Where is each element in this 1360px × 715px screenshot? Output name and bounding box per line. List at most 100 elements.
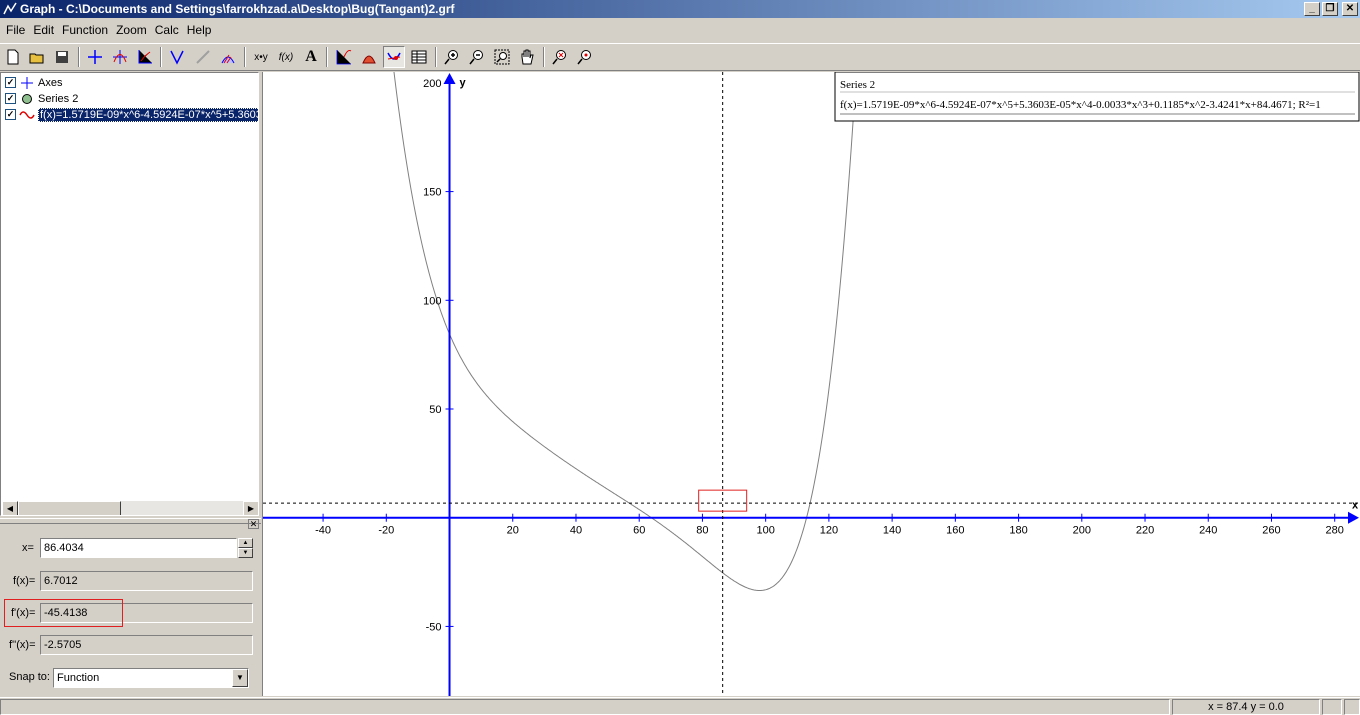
area-button[interactable] [358,46,380,68]
tangent-icon [170,50,184,65]
x-tick-label: 40 [570,525,582,537]
insert-series-button[interactable] [134,46,156,68]
minimize-button[interactable]: _ [1304,2,1320,16]
left-panel: ✓ Axes ✓ Series 2 ✓ f(x)=1.5719E-09*x^6-… [0,72,261,697]
close-button[interactable]: ✕ [1342,2,1358,16]
snap-label: Snap to: [9,671,50,683]
menu-zoom[interactable]: Zoom [112,20,151,40]
x-tick-label: -20 [378,525,394,537]
table-button[interactable] [408,46,430,68]
status-pane-main [0,699,1170,715]
horizontal-scrollbar[interactable]: ◀ ▶ [2,501,258,515]
shading-button[interactable] [217,46,239,68]
legend-title: Series 2 [840,79,875,91]
insert-function-button[interactable] [109,46,131,68]
zoom-standard-button[interactable] [549,46,571,68]
tangent-button[interactable] [166,46,188,68]
x-tick-label: 180 [1009,525,1027,537]
status-coords: x = 87.4 y = 0.0 [1172,699,1320,715]
zoom-out-button[interactable] [466,46,488,68]
zoom-square-button[interactable] [491,46,513,68]
scroll-right-button[interactable]: ▶ [243,501,258,515]
menu-function[interactable]: Function [58,20,112,40]
zoom-standard-icon [552,50,566,65]
restore-button[interactable]: ❐ [1322,2,1338,16]
evaluate-button[interactable] [383,46,405,68]
snap-to-select[interactable]: Function ▼ [53,668,249,688]
save-icon [56,51,68,63]
dfx-highlight-box [4,599,123,627]
x-spin-up[interactable]: ▲ [238,538,253,548]
open-button[interactable] [26,46,48,68]
function-curve-icon [19,110,35,119]
area-icon [362,55,376,64]
axes-icon [88,50,102,64]
panel-splitter[interactable] [0,518,261,524]
menu-edit[interactable]: Edit [29,20,58,40]
x-tick-label: 80 [696,525,708,537]
insert-series-icon [138,50,152,64]
label-icon: A [305,48,317,65]
x-tick-label: 120 [820,525,838,537]
point-series-button[interactable]: x•y [250,46,272,68]
tree-item-series[interactable]: ✓ Series 2 [5,91,78,106]
x-tick-label: 100 [756,525,774,537]
graph-area[interactable]: x y -40 -20 20 40 60 80 100 120 140 160 180 200 220 240… [262,72,1360,696]
trendline-button[interactable] [333,46,355,68]
function-checkbox[interactable]: ✓ [5,109,16,120]
snap-value: Function [57,672,100,684]
axes-icon [21,76,33,89]
menu-help[interactable]: Help [183,20,216,40]
x-tick-label: 200 [1073,525,1091,537]
pan-button[interactable] [516,46,538,68]
tree-item-axes[interactable]: ✓ Axes [5,75,62,90]
scroll-thumb[interactable] [18,501,121,515]
insert-label-button[interactable]: A [300,46,322,68]
scroll-left-button[interactable]: ◀ [2,501,18,515]
chevron-down-icon[interactable]: ▼ [232,669,248,687]
relation-button[interactable] [192,46,214,68]
axes-checkbox[interactable]: ✓ [5,77,16,88]
y-tick-label: 50 [429,404,441,416]
x-input[interactable]: 86.4034 [40,538,237,558]
ddfx-label: f''(x)= [9,639,36,651]
zoom-square-icon [494,49,510,65]
y-tick-label: -50 [426,621,442,633]
x-tick-label: 280 [1326,525,1344,537]
legend-entry: f(x)=1.5719E-09*x^6-4.5924E-07*x^5+5.360… [840,99,1321,111]
x-label: x= [22,542,34,554]
x-spin-down[interactable]: ▼ [238,548,253,558]
status-pane-extra [1322,699,1342,715]
new-button[interactable] [2,46,24,68]
trendline-icon [336,50,352,65]
menu-file[interactable]: File [2,20,29,40]
plot-svg[interactable]: x y -40 -20 20 40 60 80 100 120 140 160 180 200 220 240… [263,72,1360,696]
series-marker-icon [22,93,32,104]
fx-value: 6.7012 [40,571,253,591]
x-tick-label: 160 [946,525,964,537]
x-axis-arrow [1348,511,1359,524]
function-list: ✓ Axes ✓ Series 2 ✓ f(x)=1.5719E-09*x^6-… [0,72,259,516]
resize-grip[interactable] [1344,699,1360,715]
x-tick-label: 220 [1136,525,1154,537]
tree-item-label: Axes [38,76,63,89]
ddfx-value: -2.5705 [40,635,253,655]
table-icon [411,50,427,64]
x-tick-label: 60 [633,525,645,537]
close-eval-panel-icon[interactable]: ✕ [248,519,259,529]
title-bar: Graph - C:\Documents and Settings\farrok… [0,0,1360,18]
series-checkbox[interactable]: ✓ [5,93,16,104]
y-axis-arrow [443,73,456,84]
zoom-in-button[interactable] [441,46,463,68]
save-button[interactable] [51,46,73,68]
axes-button[interactable] [84,46,106,68]
fx-label: f(x)= [13,575,36,587]
menu-calc[interactable]: Calc [151,20,183,40]
f-of-x-button[interactable]: f(x) [275,46,297,68]
tree-item-function[interactable]: ✓ f(x)=1.5719E-09*x^6-4.5924E-07*x^5+5.3… [5,107,258,122]
tree-item-label: f(x)=1.5719E-09*x^6-4.5924E-07*x^5+5.360… [38,107,258,122]
zoom-fit-button[interactable] [574,46,596,68]
series-2-curve[interactable] [263,72,1360,591]
evaluate-icon [387,52,401,60]
window-title: Graph - C:\Documents and Settings\farrok… [20,2,455,16]
